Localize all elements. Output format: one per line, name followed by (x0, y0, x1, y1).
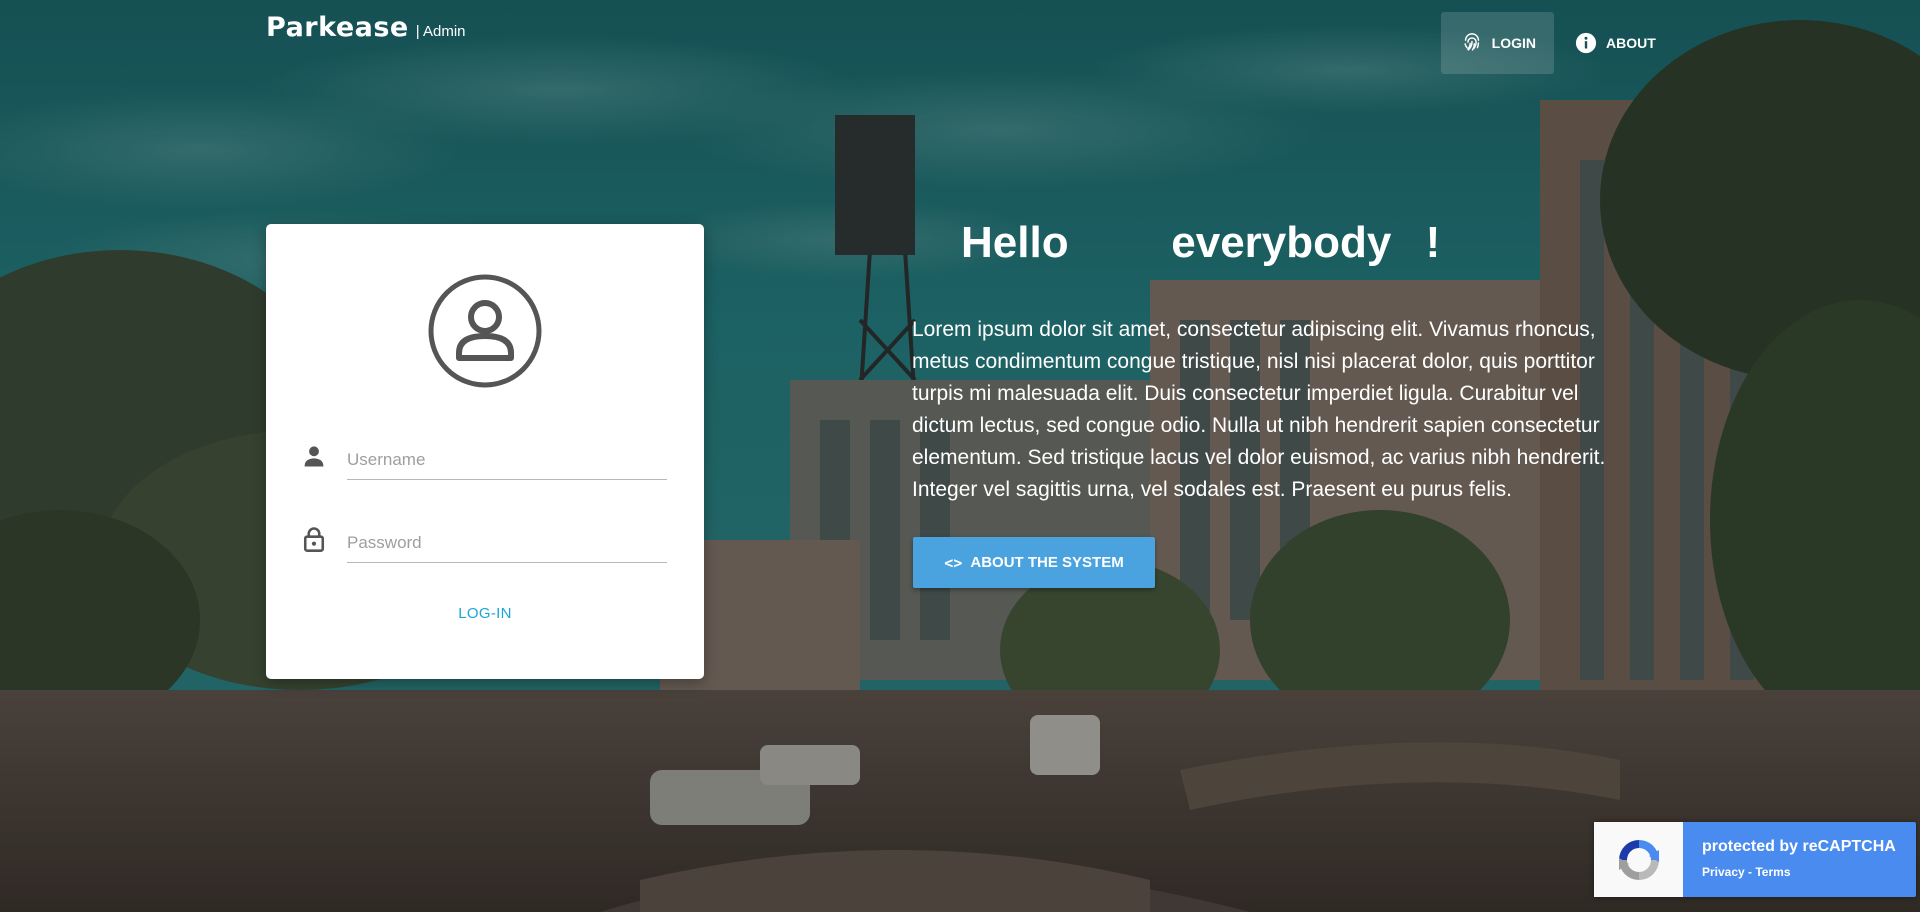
person-icon (304, 446, 324, 467)
brand-name: Parkease (266, 12, 409, 43)
nav-login-label: LOGIN (1491, 35, 1536, 51)
login-card: LOG-IN (266, 224, 704, 679)
recaptcha-privacy-terms-link[interactable]: Privacy - Terms (1702, 865, 1791, 879)
about-system-button[interactable]: <> ABOUT THE SYSTEM (913, 537, 1155, 588)
nav-about[interactable]: ABOUT (1554, 12, 1674, 74)
account-circle-icon (428, 274, 542, 388)
lock-icon (303, 527, 325, 552)
hero-title: Hello everybody ! (961, 218, 1441, 267)
recaptcha-title: protected by reCAPTCHA (1702, 838, 1896, 855)
info-icon (1574, 31, 1598, 55)
code-icon: <> (944, 553, 963, 572)
username-field (300, 438, 670, 486)
recaptcha-badge[interactable]: protected by reCAPTCHA Privacy - Terms (1594, 822, 1916, 897)
brand-subtitle: | Admin (415, 23, 466, 40)
brand-logo[interactable]: Parkease | Admin (266, 12, 466, 43)
top-nav: LOGIN ABOUT (1441, 12, 1674, 74)
password-input[interactable] (347, 521, 667, 559)
nav-login[interactable]: LOGIN (1441, 12, 1554, 74)
recaptcha-logo-icon (1594, 822, 1683, 897)
fingerprint-icon (1461, 31, 1484, 55)
nav-about-label: ABOUT (1606, 35, 1656, 51)
login-submit-button[interactable]: LOG-IN (266, 605, 704, 622)
hero-description: Lorem ipsum dolor sit amet, consectetur … (912, 318, 1606, 501)
about-system-label: ABOUT THE SYSTEM (970, 554, 1124, 571)
password-field (300, 521, 670, 569)
username-input[interactable] (347, 438, 667, 476)
